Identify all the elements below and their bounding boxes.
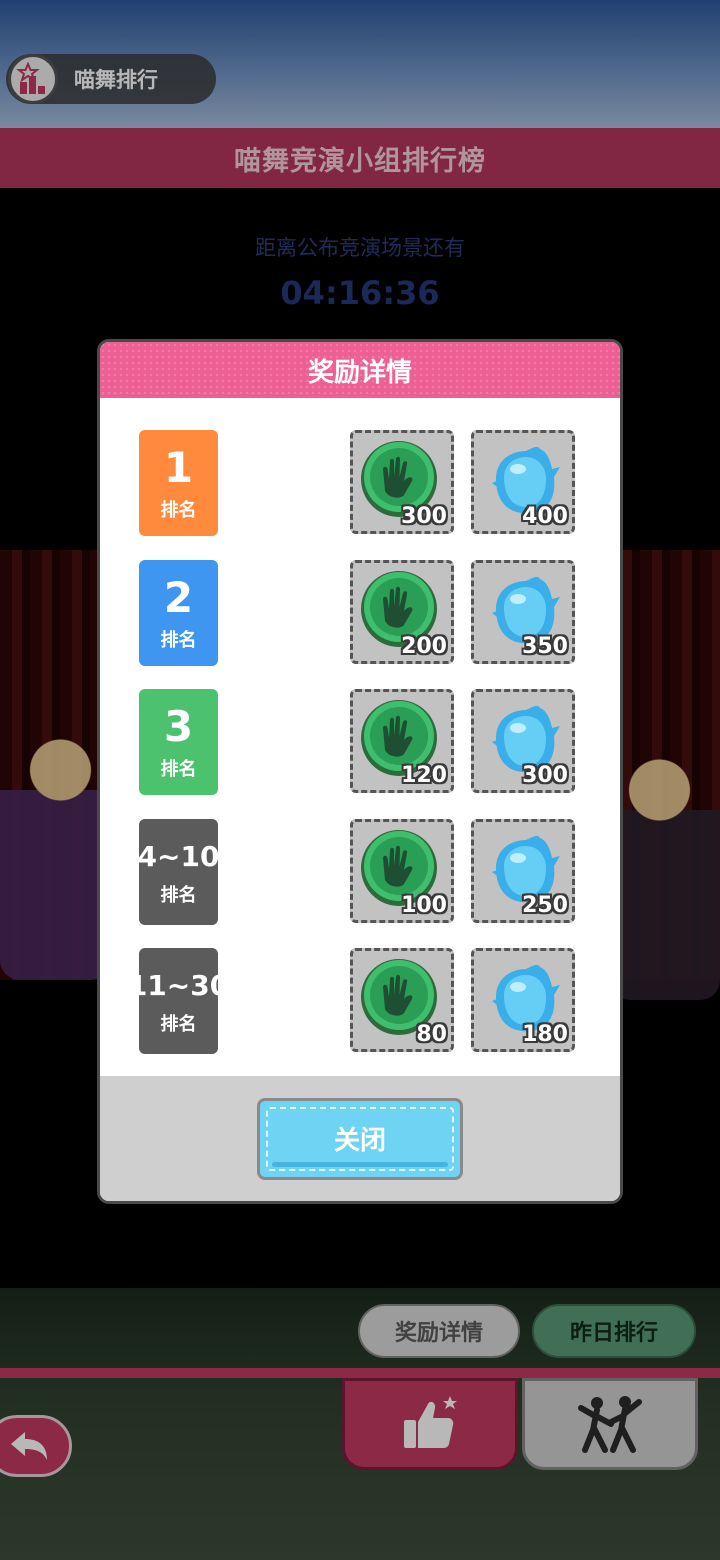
close-button[interactable]: 关闭 [257,1097,463,1180]
modal-header: 奖励详情 [100,342,620,398]
reward-row: 1 排名 300 400 [100,430,620,536]
reward-item-clap-coin[interactable]: 80 [350,948,454,1052]
rank-number: 2 [163,572,194,622]
item-quantity: 100 [401,892,447,918]
rank-number: 4~10 [137,839,220,873]
reward-detail-modal: 奖励详情 1 排名 300 400 2 排名 200 350 3 排名 120 300 4~10 排名 10… [97,339,623,1204]
reward-row: 11~30 排名 80 180 [100,948,620,1054]
reward-item-blue-slime[interactable]: 400 [471,430,575,534]
rank-number: 11~30 [127,969,230,1002]
rank-number: 1 [163,443,194,492]
rank-badge: 4~10 排名 [137,818,220,925]
rank-badge: 3 排名 [139,689,218,795]
reward-item-blue-slime[interactable]: 300 [471,689,575,793]
item-quantity: 300 [401,504,447,529]
reward-row: 3 排名 120 300 [100,689,620,795]
reward-row: 2 排名 200 350 [100,559,620,666]
rank-badge: 2 排名 [139,559,218,666]
modal-footer: 关闭 [100,1076,620,1201]
reward-item-blue-slime[interactable]: 350 [471,559,575,664]
close-button-label: 关闭 [333,1126,386,1156]
rank-label: 排名 [160,629,197,651]
rank-badge: 1 排名 [139,430,218,536]
item-quantity: 400 [522,504,568,529]
item-quantity: 80 [416,1022,447,1047]
rank-label: 排名 [160,759,197,780]
rank-badge: 11~30 排名 [128,948,229,1054]
reward-item-blue-slime[interactable]: 180 [471,948,575,1052]
reward-item-blue-slime[interactable]: 250 [471,818,575,923]
item-quantity: 180 [522,1022,568,1047]
item-quantity: 250 [522,892,568,918]
reward-item-clap-coin[interactable]: 300 [350,430,454,534]
item-quantity: 350 [522,633,568,659]
rank-label: 排名 [160,1014,197,1035]
modal-title: 奖励详情 [307,357,412,388]
item-quantity: 120 [401,763,447,788]
item-quantity: 200 [401,633,447,659]
reward-item-clap-coin[interactable]: 200 [350,559,454,664]
reward-item-clap-coin[interactable]: 120 [350,689,454,793]
rank-number: 3 [163,702,194,751]
reward-row: 4~10 排名 100 250 [100,818,620,925]
rank-label: 排名 [160,884,197,906]
reward-item-clap-coin[interactable]: 100 [350,818,454,923]
item-quantity: 300 [522,763,568,788]
rank-label: 排名 [160,500,197,521]
